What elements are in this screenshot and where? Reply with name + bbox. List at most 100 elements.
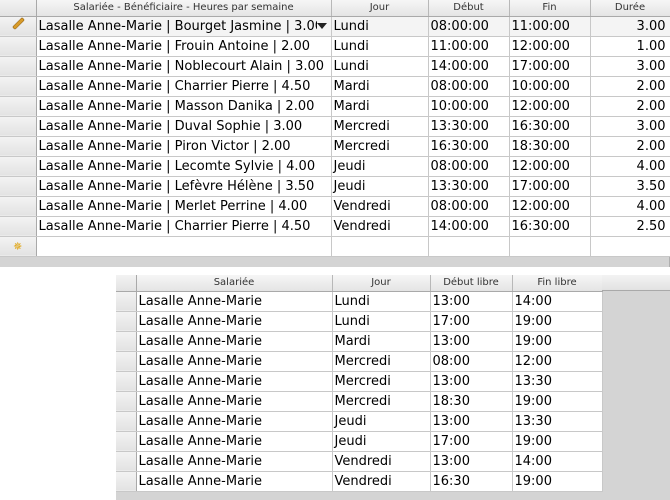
table-cell[interactable]: Lasalle Anne-Marie bbox=[136, 451, 333, 472]
table-row[interactable]: Lasalle Anne-Marie | Merlet Perrine | 4.… bbox=[0, 196, 670, 217]
table-cell[interactable] bbox=[36, 236, 332, 257]
table-cell[interactable]: Mercredi bbox=[332, 391, 431, 412]
table-cell[interactable]: 13:00 bbox=[430, 371, 513, 392]
table-row[interactable]: Lasalle Anne-Marie | Duval Sophie | 3.00… bbox=[0, 116, 670, 137]
table-cell[interactable]: Vendredi bbox=[331, 216, 429, 237]
table-cell[interactable]: Lundi bbox=[332, 311, 431, 332]
row-selector[interactable] bbox=[0, 36, 37, 57]
table-cell[interactable]: Lasalle Anne-Marie bbox=[136, 431, 333, 452]
table-cell[interactable]: 12:00:00 bbox=[509, 196, 591, 217]
column-header-free-end[interactable]: Fin libre bbox=[512, 275, 603, 292]
table-cell[interactable]: 17:00:00 bbox=[509, 56, 591, 77]
table-row[interactable]: Lasalle Anne-Marie | Charrier Pierre | 4… bbox=[0, 216, 670, 237]
table-cell[interactable]: 17:00 bbox=[430, 311, 513, 332]
table-cell[interactable]: 14:00 bbox=[512, 291, 603, 312]
table-cell[interactable]: 16:30:00 bbox=[509, 116, 591, 137]
table-cell[interactable]: 13:30 bbox=[512, 371, 603, 392]
table-row[interactable]: Lasalle Anne-Marie | Lecomte Sylvie | 4.… bbox=[0, 156, 670, 177]
table-cell[interactable]: Lasalle Anne-Marie bbox=[136, 311, 333, 332]
table-cell[interactable]: 08:00:00 bbox=[428, 196, 510, 217]
table-cell[interactable]: Lasalle Anne-Marie bbox=[136, 291, 333, 312]
row-selector[interactable] bbox=[116, 451, 137, 472]
table-cell[interactable] bbox=[331, 236, 429, 257]
table-cell[interactable]: 13:00 bbox=[430, 331, 513, 352]
row-selector[interactable] bbox=[116, 471, 137, 492]
table-cell[interactable]: Lasalle Anne-Marie | Merlet Perrine | 4.… bbox=[36, 196, 332, 217]
table-cell[interactable]: 13:30 bbox=[512, 411, 603, 432]
table-cell[interactable]: 2.00 bbox=[590, 76, 670, 97]
table-cell[interactable]: Jeudi bbox=[332, 411, 431, 432]
table-row[interactable]: Lasalle Anne-Marie Mercredi 13:00 13:30 bbox=[116, 371, 603, 392]
table-cell[interactable]: 18:30:00 bbox=[509, 136, 591, 157]
table-cell[interactable]: Lasalle Anne-Marie | Charrier Pierre | 4… bbox=[36, 76, 332, 97]
table-cell[interactable]: Lasalle Anne-Marie bbox=[136, 471, 333, 492]
column-header-end[interactable]: Fin bbox=[509, 0, 591, 17]
row-selector[interactable] bbox=[116, 391, 137, 412]
table-cell[interactable]: 14:00 bbox=[512, 451, 603, 472]
table-cell[interactable]: 08:00 bbox=[430, 351, 513, 372]
table-cell[interactable]: 19:00 bbox=[512, 311, 603, 332]
table-cell[interactable]: 16:30:00 bbox=[509, 216, 591, 237]
row-selector[interactable]: ✵ bbox=[0, 236, 37, 257]
table-cell[interactable]: Lasalle Anne-Marie | Noblecourt Alain | … bbox=[36, 56, 332, 77]
row-selector[interactable] bbox=[0, 16, 37, 37]
table-cell[interactable]: 10:00:00 bbox=[428, 96, 510, 117]
table-cell[interactable]: Jeudi bbox=[332, 431, 431, 452]
table-row[interactable]: Lasalle Anne-Marie Jeudi 13:00 13:30 bbox=[116, 411, 603, 432]
column-header-free-start[interactable]: Début libre bbox=[430, 275, 513, 292]
table-cell[interactable]: Lasalle Anne-Marie bbox=[136, 371, 333, 392]
table-cell[interactable]: 12:00:00 bbox=[509, 156, 591, 177]
table-row[interactable]: Lasalle Anne-Marie Vendredi 16:30 19:00 bbox=[116, 471, 603, 492]
row-selector[interactable] bbox=[0, 136, 37, 157]
table-cell[interactable]: Lasalle Anne-Marie | Piron Victor | 2.00 bbox=[36, 136, 332, 157]
table-cell[interactable]: 11:00:00 bbox=[509, 16, 591, 37]
column-header-start[interactable]: Début bbox=[428, 0, 510, 17]
table-cell[interactable]: 13:00 bbox=[430, 411, 513, 432]
dropdown-arrow-icon[interactable] bbox=[316, 23, 327, 29]
row-selector[interactable] bbox=[0, 196, 37, 217]
table-cell[interactable]: 12:00 bbox=[512, 351, 603, 372]
table-cell[interactable]: 1.00 bbox=[590, 36, 670, 57]
table-cell[interactable]: 16:30 bbox=[430, 471, 513, 492]
table-row[interactable]: Lasalle Anne-Marie | Noblecourt Alain | … bbox=[0, 56, 670, 77]
table-cell[interactable]: Lasalle Anne-Marie | Masson Danika | 2.0… bbox=[36, 96, 332, 117]
table-cell[interactable]: Lasalle Anne-Marie | Duval Sophie | 3.00 bbox=[36, 116, 332, 137]
table-cell[interactable]: Lundi bbox=[331, 56, 429, 77]
table-cell[interactable]: 08:00:00 bbox=[428, 16, 510, 37]
table-cell[interactable] bbox=[590, 236, 670, 257]
table-cell[interactable]: 3.00 bbox=[590, 56, 670, 77]
table-cell[interactable] bbox=[428, 236, 510, 257]
table-cell[interactable]: Mercredi bbox=[332, 351, 431, 372]
table-cell[interactable]: 12:00:00 bbox=[509, 36, 591, 57]
table-row[interactable]: Lasalle Anne-Marie | Frouin Antoine | 2.… bbox=[0, 36, 670, 57]
table-row[interactable]: Lasalle Anne-Marie Lundi 13:00 14:00 bbox=[116, 291, 603, 312]
table-cell[interactable]: Mardi bbox=[331, 96, 429, 117]
table-cell[interactable]: 14:00:00 bbox=[428, 216, 510, 237]
table-cell[interactable]: Lasalle Anne-Marie | Bourget Jasmine | 3… bbox=[36, 16, 332, 37]
table-cell[interactable]: Mardi bbox=[331, 76, 429, 97]
table-row[interactable]: Lasalle Anne-Marie Mercredi 18:30 19:00 bbox=[116, 391, 603, 412]
schedule-grid[interactable]: Salariée - Bénéficiaire - Heures par sem… bbox=[0, 0, 670, 267]
row-header-corner[interactable] bbox=[0, 0, 37, 17]
table-cell[interactable]: Vendredi bbox=[332, 451, 431, 472]
table-cell[interactable]: Lundi bbox=[331, 36, 429, 57]
table-row[interactable]: Lasalle Anne-Marie Vendredi 13:00 14:00 bbox=[116, 451, 603, 472]
table-cell[interactable]: Lasalle Anne-Marie | Lefèvre Hélène | 3.… bbox=[36, 176, 332, 197]
row-selector[interactable] bbox=[0, 216, 37, 237]
table-cell[interactable]: 14:00:00 bbox=[428, 56, 510, 77]
row-selector[interactable] bbox=[0, 176, 37, 197]
table-cell[interactable]: 13:30:00 bbox=[428, 116, 510, 137]
column-header-day[interactable]: Jour bbox=[332, 275, 431, 292]
table-cell[interactable]: Vendredi bbox=[331, 196, 429, 217]
table-cell[interactable]: 4.00 bbox=[590, 196, 670, 217]
table-cell[interactable]: 19:00 bbox=[512, 471, 603, 492]
column-header-duration[interactable]: Durée bbox=[590, 0, 670, 17]
table-cell[interactable]: Lasalle Anne-Marie | Frouin Antoine | 2.… bbox=[36, 36, 332, 57]
row-selector[interactable] bbox=[116, 411, 137, 432]
table-row[interactable]: Lasalle Anne-Marie Lundi 17:00 19:00 bbox=[116, 311, 603, 332]
table-cell[interactable]: 17:00:00 bbox=[509, 176, 591, 197]
row-selector[interactable] bbox=[0, 76, 37, 97]
row-header-corner[interactable] bbox=[116, 275, 137, 292]
row-selector[interactable] bbox=[116, 351, 137, 372]
free-slots-grid[interactable]: Salariée Jour Début libre Fin libre Lasa… bbox=[116, 275, 670, 500]
